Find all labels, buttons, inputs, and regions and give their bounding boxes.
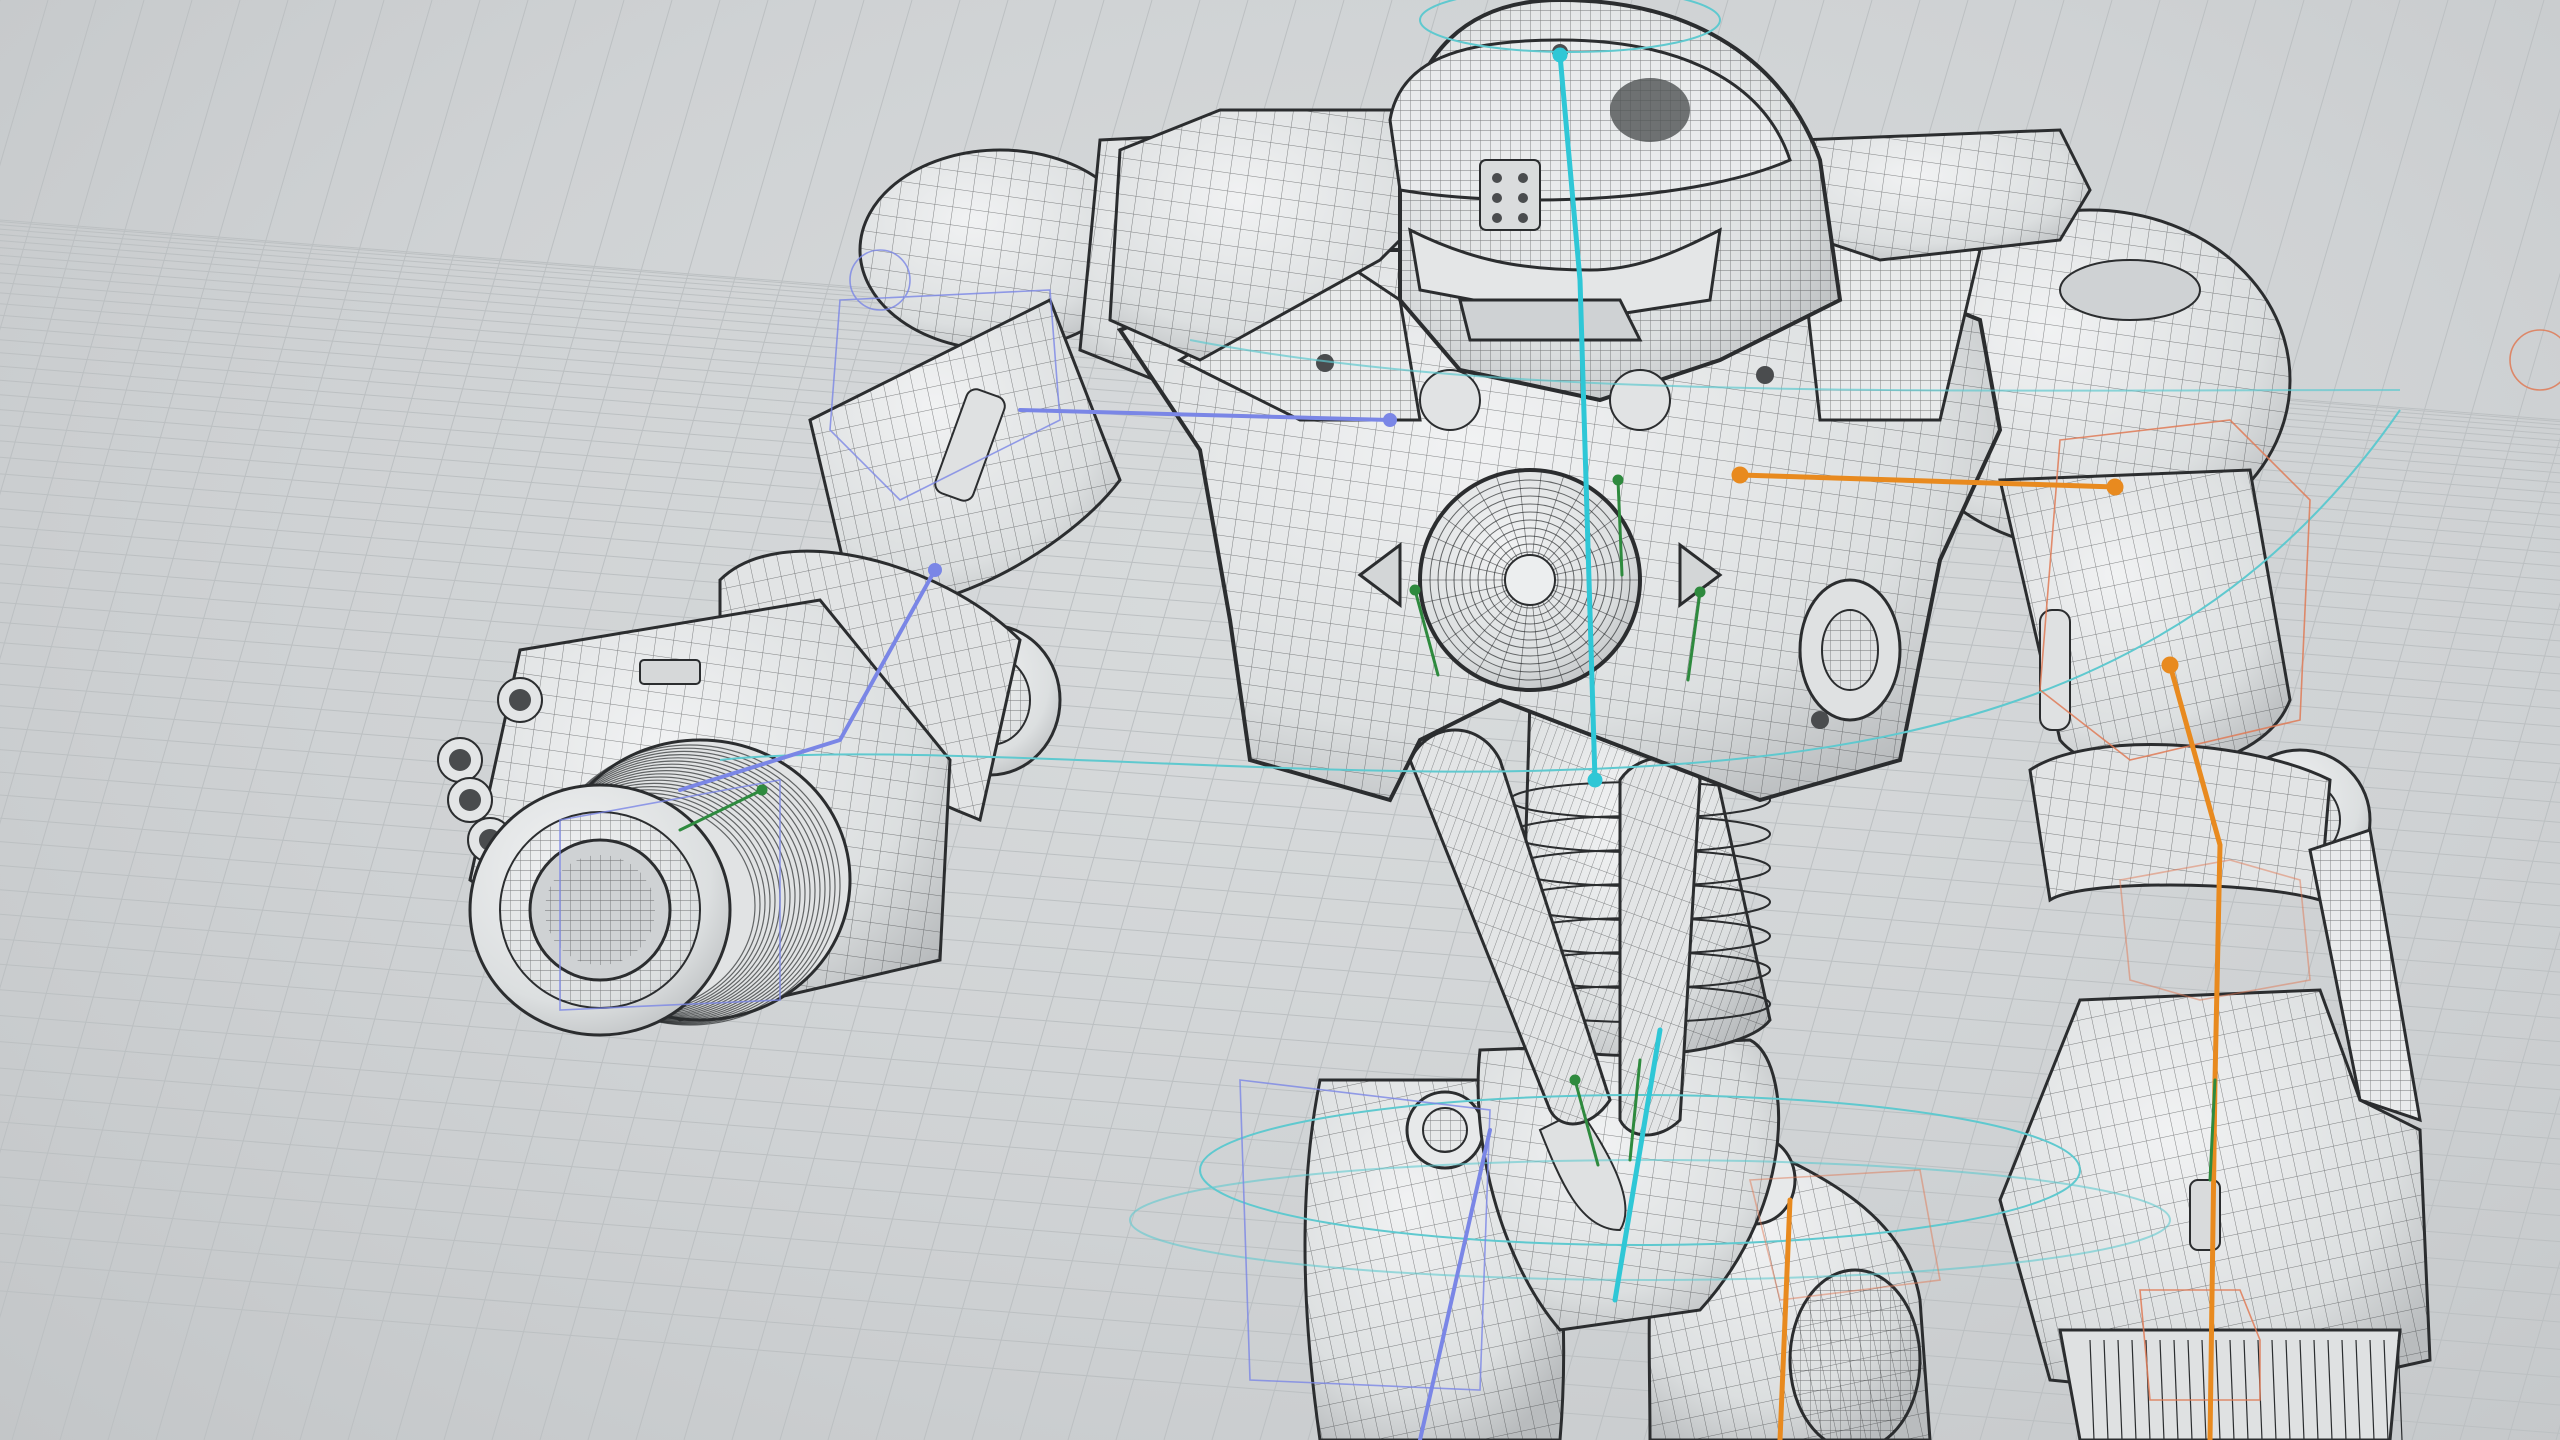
right-arm [1998,468,2372,903]
left-cannon [437,598,952,1037]
3d-viewport[interactable] [0,0,2560,1440]
